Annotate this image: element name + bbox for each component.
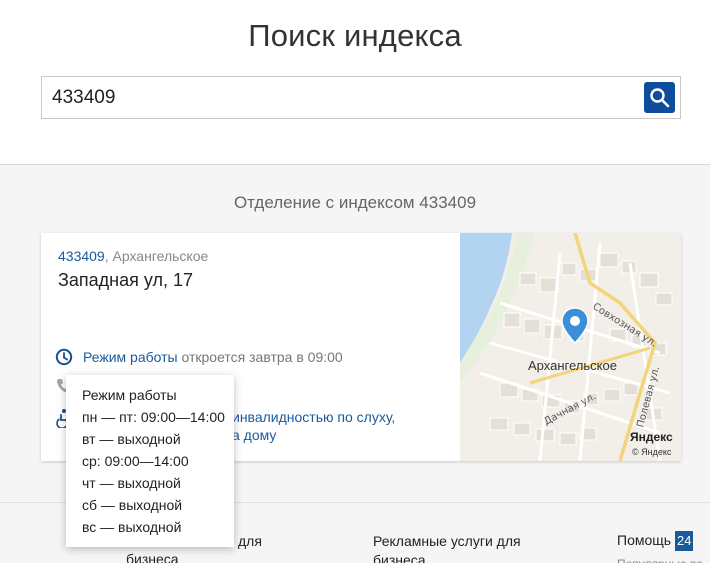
section-title: Отделение с индексом 433409 (233, 193, 477, 212)
footer-link-ads[interactable]: Рекламные услуги для бизнеса (373, 532, 521, 563)
header-section: Поиск индекса (0, 0, 710, 165)
popup-line: вс — выходной (82, 519, 182, 535)
office-header: 433409, Архангельское (58, 248, 208, 264)
search-icon (650, 88, 670, 108)
hours-link[interactable]: Режим работы (83, 349, 178, 365)
popup-title: Режим работы (82, 387, 177, 403)
footer-link-help[interactable]: Помощь 24 (617, 531, 694, 552)
map-canvas: Совхозная ул. Полевая ул. Дачная ул. Арх… (460, 233, 673, 461)
footer-link-business[interactable]: для (238, 532, 262, 551)
help-24-badge: 24 (674, 531, 694, 552)
popup-line: ср: 09:00—14:00 (82, 453, 189, 469)
map-brand-logo: Яндекс (630, 430, 673, 444)
accessibility-link-2[interactable]: а дому (232, 427, 276, 443)
office-map[interactable]: Совхозная ул. Полевая ул. Дачная ул. Арх… (460, 233, 681, 461)
footer-link-business-2[interactable]: бизнеса (126, 550, 179, 563)
map-place-label: Архангельское (528, 358, 617, 373)
search-box (41, 76, 681, 119)
footer-help-sub[interactable]: Популярные во (617, 555, 703, 563)
search-input[interactable] (52, 81, 632, 114)
search-button[interactable] (644, 82, 675, 113)
office-zip-link[interactable]: 433409 (58, 248, 105, 264)
page-title: Поиск индекса (248, 18, 462, 53)
popup-line: вт — выходной (82, 431, 181, 447)
clock-icon (55, 348, 73, 366)
popup-line: пн — пт: 09:00—14:00 (82, 409, 225, 425)
accessibility-link-1[interactable]: инвалидностью по слуху, (232, 409, 395, 425)
office-address: Западная ул, 17 (58, 270, 193, 290)
office-city: , Архангельское (104, 248, 209, 264)
map-copyright: © Яндекс (632, 447, 672, 457)
hours-status: откроется завтра в 09:00 (181, 349, 343, 365)
popup-line: чт — выходной (82, 475, 181, 491)
popup-line: сб — выходной (82, 497, 183, 513)
hours-popup: Режим работы пн — пт: 09:00—14:00 вт — в… (66, 375, 234, 547)
